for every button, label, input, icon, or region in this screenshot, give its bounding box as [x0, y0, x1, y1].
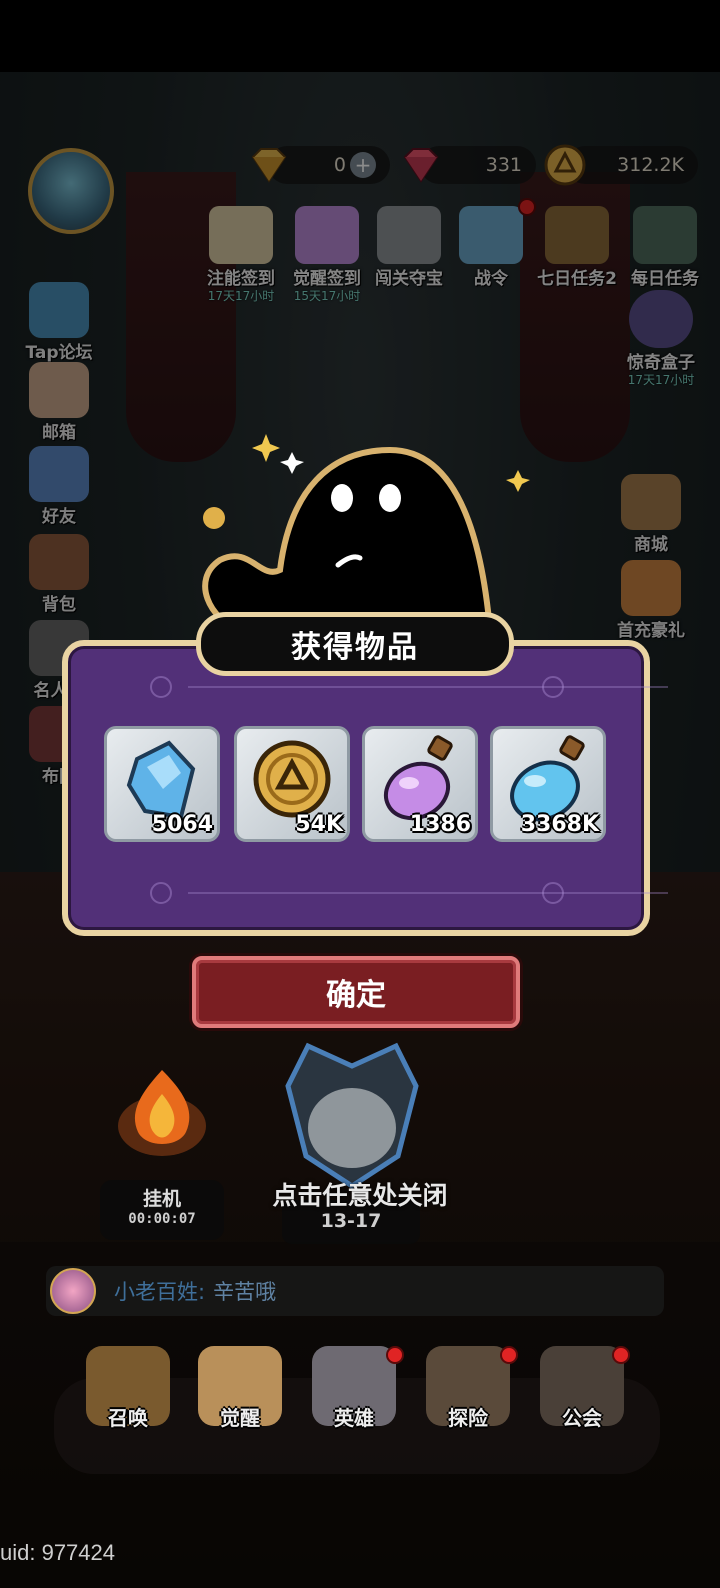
divider [188, 892, 668, 894]
nav-label: 英雄 [334, 1406, 374, 1430]
mascot-blob [180, 430, 540, 640]
deco-ornament [150, 676, 172, 698]
reward-item-gold-coin[interactable]: 54K [234, 726, 350, 842]
notification-dot [500, 1346, 518, 1364]
notification-dot [386, 1346, 404, 1364]
reward-qty: 3368K [520, 812, 599, 837]
nav-label: 公会 [562, 1406, 602, 1430]
modal-title: 获得物品 [196, 612, 514, 676]
reward-item-purple-potion[interactable]: 1386 [362, 726, 478, 842]
deco-ornament [542, 882, 564, 904]
status-bar [0, 0, 720, 72]
chat-message: 辛苦哦 [213, 1280, 277, 1304]
reward-items: 5064 54K 1386 3368K [104, 726, 616, 846]
close-hint: 点击任意处关闭 [272, 1181, 448, 1210]
notification-dot [612, 1346, 630, 1364]
deco-ornament [150, 882, 172, 904]
nav-awaken[interactable]: 觉醒 [192, 1346, 288, 1431]
deco-ornament [542, 676, 564, 698]
reward-item-crystal[interactable]: 5064 [104, 726, 220, 842]
divider [188, 686, 668, 688]
reward-qty: 5064 [151, 812, 213, 837]
reward-qty: 54K [295, 812, 343, 837]
nav-summon[interactable]: 召唤 [80, 1346, 176, 1431]
reward-qty: 1386 [409, 812, 471, 837]
confirm-button[interactable]: 确定 [192, 956, 520, 1028]
user-id: uid: 977424 [0, 1540, 115, 1565]
nav-label: 觉醒 [220, 1406, 260, 1430]
chat-avatar [50, 1268, 96, 1314]
campfire-icon [112, 1060, 212, 1164]
chat-bar[interactable]: 小老百姓: 辛苦哦 [46, 1266, 664, 1316]
afk-time: 00:00:07 [128, 1211, 196, 1227]
nav-label: 召唤 [108, 1406, 148, 1430]
nav-label: 探险 [448, 1406, 488, 1430]
chat-sender: 小老百姓: [114, 1280, 206, 1304]
reward-item-blue-potion[interactable]: 3368K [490, 726, 606, 842]
